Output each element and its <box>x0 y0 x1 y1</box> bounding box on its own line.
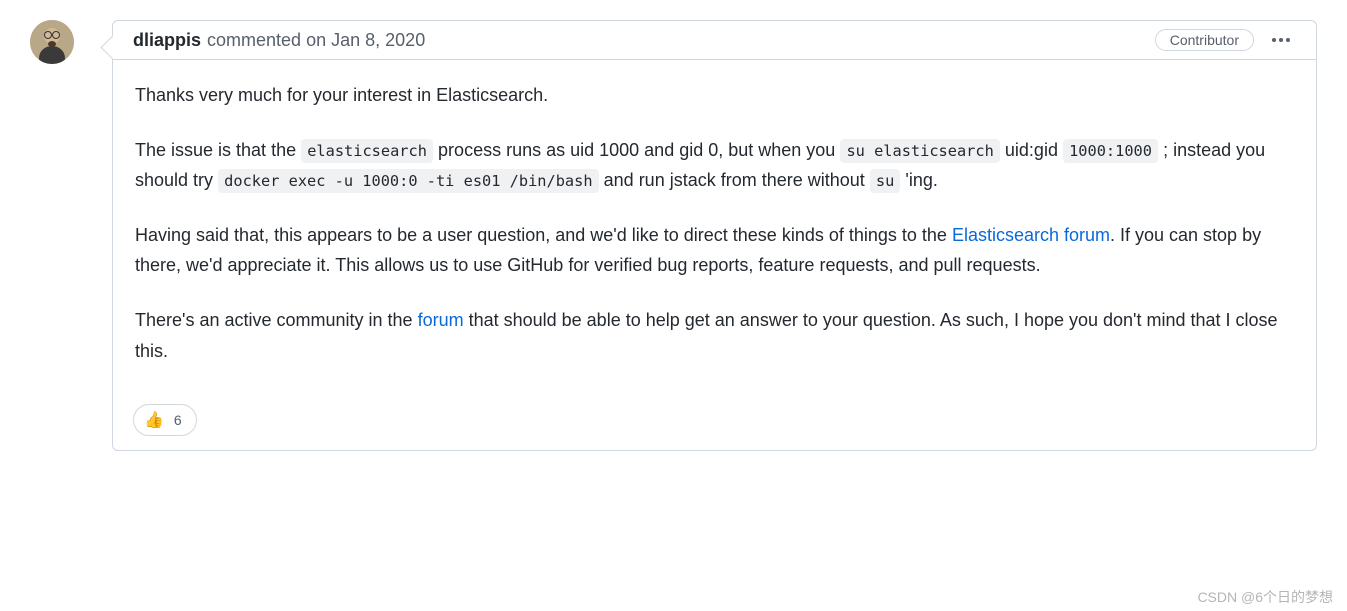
commented-label: commented on Jan 8, 2020 <box>207 30 425 51</box>
inline-code: 1000:1000 <box>1063 139 1158 163</box>
inline-code: docker exec -u 1000:0 -ti es01 /bin/bash <box>218 169 599 193</box>
paragraph: The issue is that the elasticsearch proc… <box>135 135 1294 196</box>
author-link[interactable]: dliappis <box>133 30 201 51</box>
inline-code: elasticsearch <box>301 139 433 163</box>
thumbs-up-reaction[interactable]: 👍 6 <box>133 404 197 436</box>
paragraph: Having said that, this appears to be a u… <box>135 220 1294 281</box>
reaction-count: 6 <box>174 412 182 428</box>
comment-header: dliappis commented on Jan 8, 2020 Contri… <box>113 21 1316 60</box>
paragraph: Thanks very much for your interest in El… <box>135 80 1294 111</box>
thumbs-up-icon: 👍 <box>144 410 164 430</box>
avatar-image <box>30 20 74 64</box>
inline-code: su elasticsearch <box>840 139 1000 163</box>
forum-link[interactable]: forum <box>418 310 464 330</box>
kebab-menu-icon[interactable] <box>1266 32 1296 48</box>
watermark: CSDN @6个日的梦想 <box>1197 587 1333 607</box>
comment-date: Jan 8, 2020 <box>331 30 425 50</box>
contributor-badge: Contributor <box>1155 29 1254 51</box>
reactions-bar: 👍 6 <box>113 400 1316 450</box>
comment-container: dliappis commented on Jan 8, 2020 Contri… <box>112 20 1317 451</box>
comment-timeline-item: dliappis commented on Jan 8, 2020 Contri… <box>30 20 1317 451</box>
forum-link[interactable]: Elasticsearch forum <box>952 225 1110 245</box>
comment-body: Thanks very much for your interest in El… <box>113 60 1316 400</box>
avatar[interactable] <box>30 20 74 64</box>
paragraph: There's an active community in the forum… <box>135 305 1294 366</box>
inline-code: su <box>870 169 901 193</box>
comment-header-meta: dliappis commented on Jan 8, 2020 <box>133 30 425 51</box>
